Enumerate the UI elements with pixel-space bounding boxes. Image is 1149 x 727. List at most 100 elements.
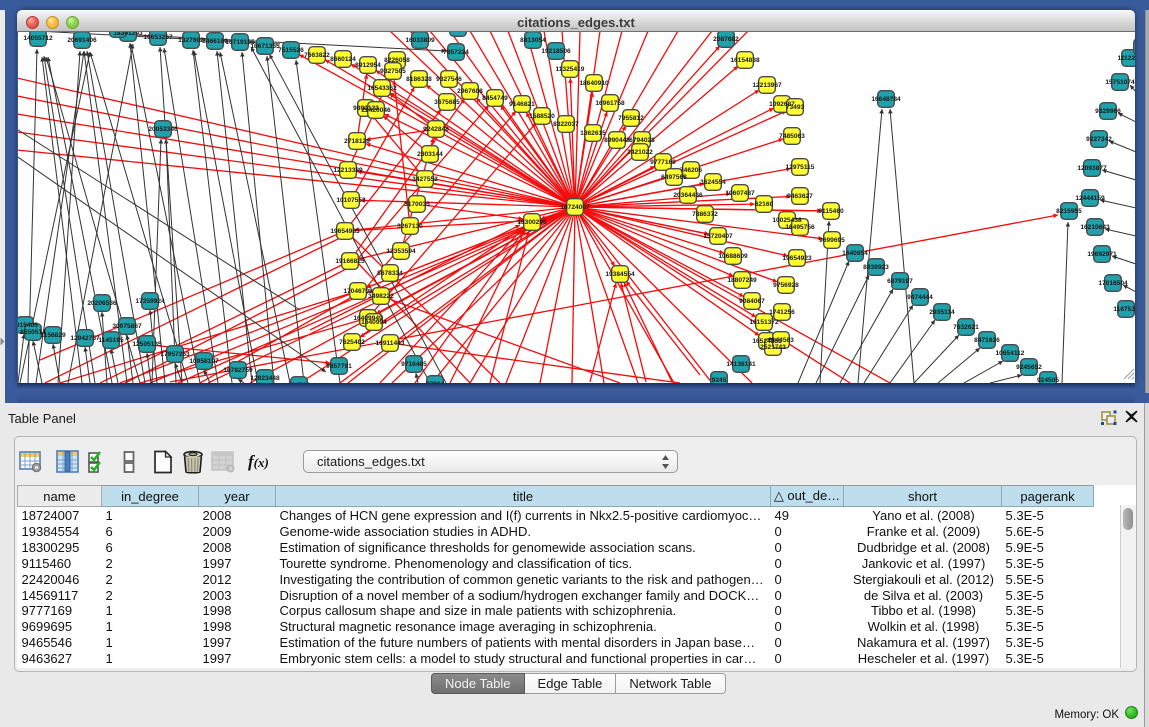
svg-text:2087682: 2087682 [713, 36, 739, 43]
svg-text:19384554: 19384554 [605, 271, 635, 278]
svg-text:1640994: 1640994 [361, 319, 387, 326]
svg-text:9699695: 9699695 [819, 237, 845, 244]
svg-text:7857224: 7857224 [443, 49, 469, 56]
svg-text:9146821: 9146821 [509, 101, 535, 108]
svg-text:10688609: 10688609 [718, 253, 748, 260]
svg-text:12975115: 12975115 [786, 164, 815, 171]
svg-text:9227342: 9227342 [1086, 136, 1112, 143]
svg-text:8466160: 8466160 [202, 38, 228, 45]
svg-text:10653267: 10653267 [143, 34, 173, 41]
svg-text:3427552: 3427552 [412, 176, 438, 183]
svg-text:16495756: 16495756 [785, 224, 815, 231]
svg-text:16154838: 16154838 [730, 57, 760, 64]
svg-text:9327546: 9327546 [436, 76, 462, 83]
svg-text:1156829: 1156829 [40, 332, 66, 339]
svg-text:8186328: 8186328 [406, 76, 432, 83]
svg-text:7663822: 7663822 [304, 52, 330, 59]
svg-text:20206536: 20206536 [87, 300, 117, 307]
svg-text:19654985: 19654985 [330, 228, 360, 235]
svg-text:9857791: 9857791 [326, 363, 352, 370]
svg-text:17957253: 17957253 [160, 351, 190, 358]
svg-text:1640954: 1640954 [842, 250, 868, 257]
svg-text:18724007: 18724007 [560, 204, 590, 211]
svg-text:3267130: 3267130 [397, 223, 423, 230]
svg-text:18300295: 18300295 [517, 219, 547, 226]
svg-text:9115460: 9115460 [818, 208, 844, 215]
svg-text:19692971: 19692971 [1087, 251, 1117, 258]
svg-text:18640910: 18640910 [579, 80, 609, 87]
svg-text:19654923: 19654923 [782, 255, 812, 262]
svg-text:8912954: 8912954 [355, 62, 381, 69]
svg-text:12213389: 12213389 [333, 167, 363, 174]
svg-text:62160: 62160 [755, 201, 774, 208]
svg-text:1588520: 1588520 [529, 113, 555, 120]
svg-text:10654112: 10654112 [996, 350, 1025, 357]
svg-text:10958107: 10958107 [189, 358, 219, 365]
svg-text:8660124: 8660124 [330, 56, 356, 63]
svg-text:19218506: 19218506 [541, 48, 571, 55]
svg-text:9242848: 9242848 [423, 126, 449, 133]
svg-text:9327505: 9327505 [380, 68, 406, 75]
svg-text:9084067: 9084067 [739, 298, 765, 305]
svg-text:14055712: 14055712 [23, 35, 53, 42]
svg-text:12213967: 12213967 [752, 82, 782, 89]
svg-text:8813054: 8813054 [520, 37, 546, 44]
svg-text:6497568: 6497568 [661, 174, 687, 181]
svg-text:16210643: 16210643 [1080, 224, 1110, 231]
svg-text:8215955: 8215955 [1056, 208, 1082, 215]
svg-text:9777169: 9777169 [650, 159, 676, 166]
svg-text:7515526: 7515526 [278, 47, 304, 54]
svg-text:7886372: 7886372 [692, 211, 718, 218]
svg-text:1741256: 1741256 [769, 309, 795, 316]
svg-text:12942757: 12942757 [70, 335, 100, 342]
svg-text:3675685: 3675685 [434, 99, 460, 106]
svg-text:1362615: 1362615 [580, 130, 606, 137]
svg-text:14136141: 14136141 [726, 361, 756, 368]
svg-text:16961758: 16961758 [595, 100, 625, 107]
svg-text:6879197: 6879197 [887, 278, 913, 285]
svg-text:12923448: 12923448 [250, 375, 280, 382]
svg-text:17359924: 17359924 [135, 298, 165, 305]
svg-text:20364436: 20364436 [673, 192, 703, 199]
svg-text:7485063: 7485063 [779, 133, 805, 140]
svg-text:20053346: 20053346 [148, 126, 178, 133]
svg-text:9245652: 9245652 [1016, 364, 1042, 371]
svg-text:3915405: 3915405 [18, 322, 38, 329]
svg-text:2718126: 2718126 [344, 138, 370, 145]
svg-text:18807249: 18807249 [727, 277, 757, 284]
svg-text:10607487: 10607487 [725, 190, 755, 197]
svg-text:16782759: 16782759 [223, 367, 253, 374]
svg-text:30975867: 30975867 [112, 323, 142, 330]
svg-text:8226058: 8226058 [384, 57, 410, 64]
svg-text:1421022: 1421022 [627, 149, 653, 156]
svg-text:8990448: 8990448 [604, 137, 630, 144]
svg-text:15751074: 15751074 [1105, 79, 1135, 86]
svg-text:16911443: 16911443 [376, 340, 405, 347]
svg-text:8454749: 8454749 [482, 95, 508, 102]
svg-text:18301293: 18301293 [113, 32, 143, 37]
svg-text:9329966: 9329966 [1095, 108, 1121, 115]
svg-text:19166825: 19166825 [335, 258, 365, 265]
svg-text:16671355: 16671355 [250, 43, 280, 50]
svg-text:8678334: 8678334 [377, 270, 403, 277]
svg-text:15720407: 15720407 [703, 233, 733, 240]
svg-text:16543362: 16543362 [367, 85, 397, 92]
svg-text:2144563: 2144563 [768, 337, 794, 344]
svg-text:3498222: 3498222 [368, 293, 394, 300]
svg-text:2935114: 2935114 [929, 309, 955, 316]
svg-text:73493: 73493 [786, 104, 805, 111]
svg-text:16648784: 16648784 [871, 96, 901, 103]
svg-text:2803144: 2803144 [417, 151, 443, 158]
svg-text:16033809: 16033809 [405, 37, 435, 44]
svg-text:12505135: 12505135 [132, 341, 162, 348]
svg-text:7632621: 7632621 [953, 324, 979, 331]
svg-text:2521743: 2521743 [760, 344, 786, 351]
svg-text:746206: 746206 [680, 167, 702, 174]
svg-text:3624554: 3624554 [700, 179, 726, 186]
svg-text:2967608: 2967608 [457, 88, 483, 95]
svg-text:1327602: 1327602 [178, 37, 204, 44]
svg-text:22420046: 22420046 [361, 107, 391, 114]
svg-text:9716485: 9716485 [401, 361, 427, 368]
svg-text:9756928: 9756928 [773, 282, 799, 289]
svg-text:1167530: 1167530 [1113, 306, 1135, 313]
